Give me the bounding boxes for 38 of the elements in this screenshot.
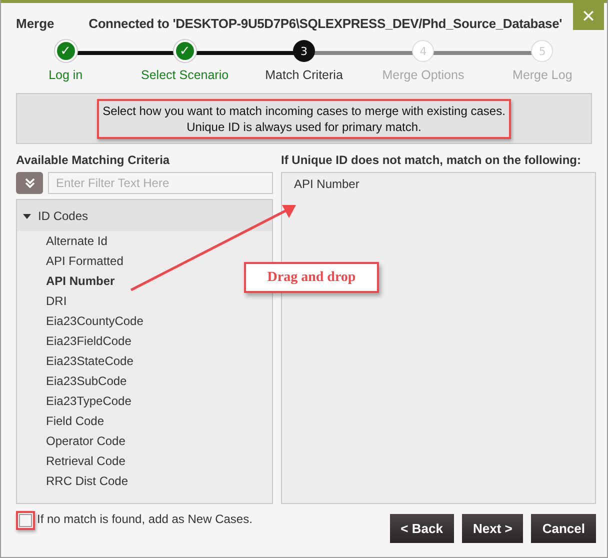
- tree-item[interactable]: Eia23CountyCode: [46, 311, 144, 331]
- tree-item[interactable]: Field Code: [46, 411, 104, 431]
- step-label: Merge Options: [382, 68, 464, 82]
- step-label: Select Scenario: [141, 68, 229, 82]
- tree-item[interactable]: Eia23FieldCode: [46, 331, 132, 351]
- checkbox-label: If no match is found, add as New Cases.: [37, 511, 252, 527]
- step-label: Log in: [48, 68, 83, 82]
- filter-field[interactable]: Enter Filter Text Here: [48, 172, 273, 194]
- double-chevron-icon: [24, 177, 36, 189]
- instruction-text: Select how you want to match incoming cases to merge with existing cases. Unique ID is always used for primary match.: [96, 98, 512, 138]
- tree-item[interactable]: RRC Dist Code: [46, 471, 128, 491]
- checkbox[interactable]: [19, 514, 32, 527]
- dialog-button[interactable]: < Back: [390, 514, 454, 543]
- tree-item[interactable]: Eia23TypeCode: [46, 391, 132, 411]
- tree-item[interactable]: Operator Code: [46, 431, 126, 451]
- tree-item[interactable]: API Number: [46, 271, 115, 291]
- callout-label: Drag and drop: [244, 262, 379, 293]
- caret-icon: [23, 212, 31, 220]
- tree-item[interactable]: Eia23StateCode: [46, 351, 134, 371]
- section-heading: If Unique ID does not match, match on the following:: [281, 152, 582, 169]
- tree-group[interactable]: ID Codes: [17, 200, 272, 231]
- list-item[interactable]: API Number: [294, 177, 583, 191]
- tree-item[interactable]: Alternate Id: [46, 231, 108, 251]
- step-marker: ✓: [174, 40, 196, 62]
- tree-item[interactable]: API Formatted: [46, 251, 124, 271]
- dialog-button[interactable]: Next >: [462, 514, 524, 543]
- tree-item[interactable]: DRI: [46, 291, 67, 311]
- tree-item[interactable]: Retrieval Code: [46, 451, 126, 471]
- connection-label: Connected to 'DESKTOP-9U5D7P6\SQLEXPRESS_DEV/Phd_Source_Database': [88, 16, 562, 30]
- section-heading: Available Matching Criteria: [16, 152, 171, 169]
- step-label: Match Criteria: [265, 68, 343, 82]
- step-marker: ✓: [54, 40, 77, 62]
- step-label: Merge Log: [512, 68, 572, 82]
- expand-all-button[interactable]: [16, 172, 43, 194]
- tree-item[interactable]: Eia23SubCode: [46, 371, 127, 391]
- dialog-button[interactable]: Cancel: [531, 514, 596, 543]
- window-title: Merge: [16, 16, 54, 30]
- step-marker: 3: [293, 40, 315, 62]
